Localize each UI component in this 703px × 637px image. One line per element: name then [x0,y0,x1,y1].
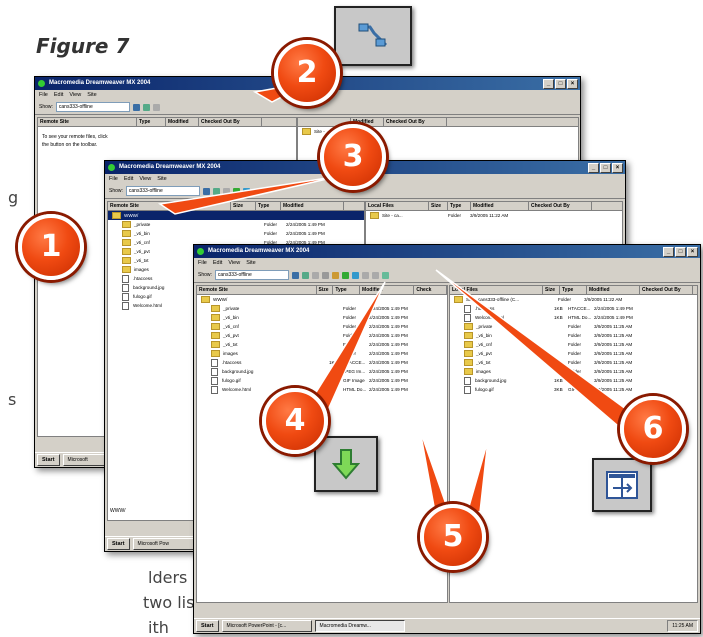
pointer-6 [435,269,632,428]
pointer-5a [419,429,450,513]
callout-6: 6 [620,396,686,462]
callout-5: 5 [420,504,486,570]
callout-1: 1 [18,214,84,280]
callout-3: 3 [320,124,386,190]
callout-2: 2 [274,40,340,106]
pointer-5b [467,439,489,513]
pointer-4 [308,281,386,411]
callout-pointers [157,81,632,513]
pointer-3 [157,175,341,215]
callout-4: 4 [262,388,328,454]
